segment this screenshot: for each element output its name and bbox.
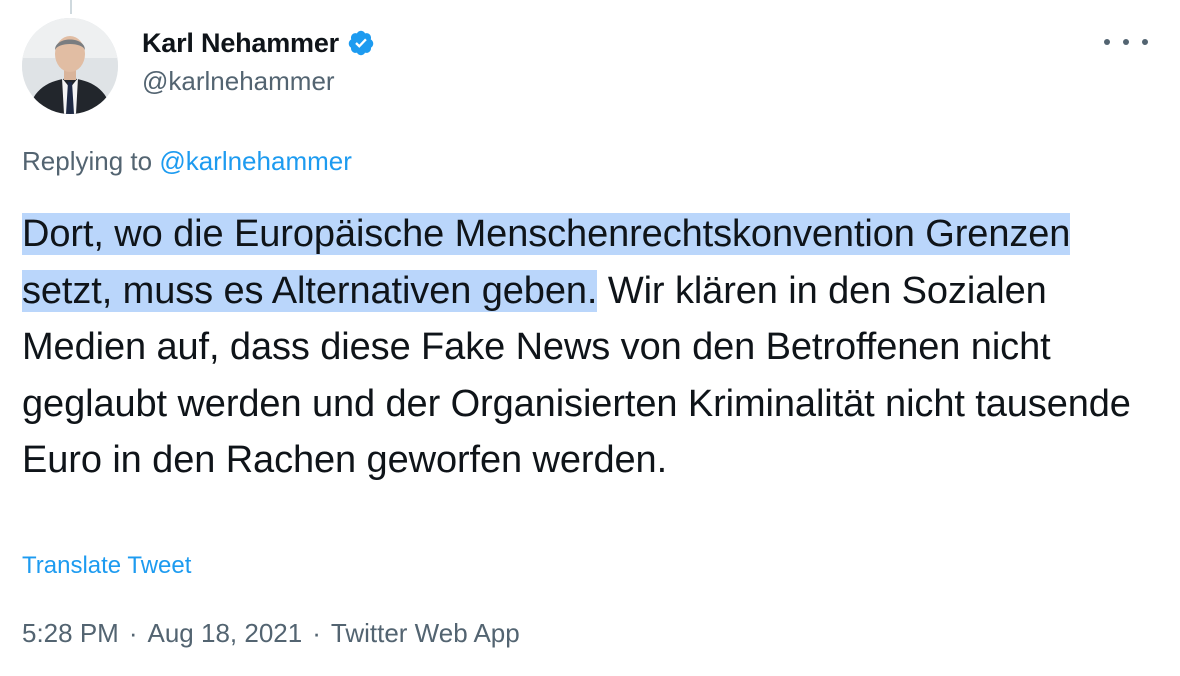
replying-to-handle-link[interactable]: @karlnehammer	[159, 146, 352, 176]
thread-connector-line	[70, 0, 72, 14]
tweet-date[interactable]: Aug 18, 2021	[148, 618, 303, 648]
replying-to-line: Replying to @karlnehammer	[22, 146, 352, 177]
author-handle[interactable]: @karlnehammer	[142, 66, 335, 97]
avatar-image	[22, 18, 118, 114]
meta-separator: ·	[312, 618, 321, 648]
tweet-metadata: 5:28 PM · Aug 18, 2021 · Twitter Web App	[22, 618, 520, 649]
author-name-row[interactable]: Karl Nehammer	[142, 24, 375, 62]
tweet-source[interactable]: Twitter Web App	[331, 618, 520, 648]
more-options-button[interactable]	[1104, 30, 1148, 54]
author-display-name[interactable]: Karl Nehammer	[142, 28, 339, 59]
tweet-text: Dort, wo die Europäische Menschenrechtsk…	[22, 206, 1162, 489]
avatar[interactable]	[22, 18, 118, 114]
meta-separator: ·	[128, 618, 138, 648]
verified-badge-icon	[347, 29, 375, 57]
tweet-time[interactable]: 5:28 PM	[22, 618, 119, 648]
replying-to-label: Replying to	[22, 146, 153, 176]
translate-tweet-link[interactable]: Translate Tweet	[22, 552, 191, 580]
more-options-icon	[1104, 39, 1110, 45]
more-options-icon	[1123, 39, 1129, 45]
more-options-icon	[1142, 39, 1148, 45]
